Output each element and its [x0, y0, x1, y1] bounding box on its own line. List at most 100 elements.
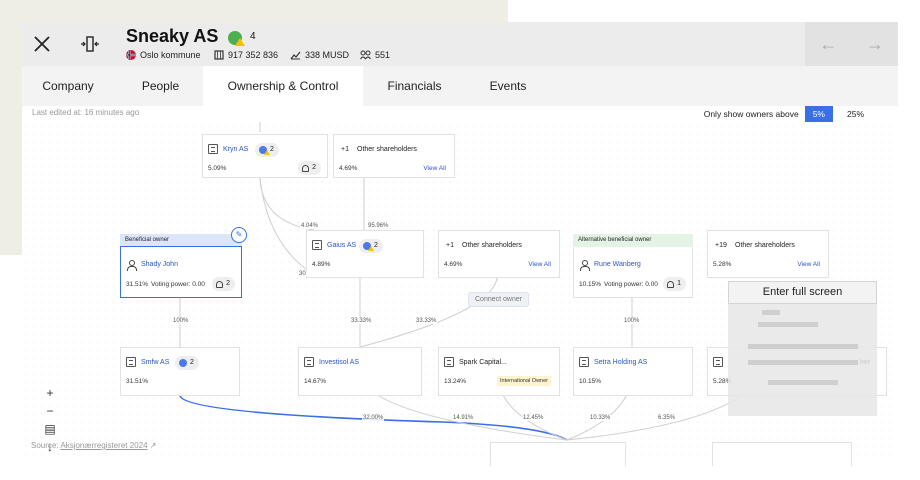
node-target-company[interactable]: [490, 442, 626, 466]
close-icon[interactable]: [32, 34, 52, 54]
header-bar: Sneaky AS 4 Oslo kommune 917 352 836 338…: [22, 22, 898, 66]
company-icon: [579, 357, 589, 367]
threshold-25-option[interactable]: 25%: [839, 106, 872, 122]
risk-flag-icon: [363, 242, 374, 251]
tab-events[interactable]: Events: [466, 66, 550, 106]
people-icon: [360, 50, 371, 60]
node-setra-holding[interactable]: Setra Holding AS 10.15%: [573, 347, 693, 396]
risk-badge: 2: [175, 356, 199, 370]
filter-label: Only show owners above: [703, 109, 799, 119]
person-icon: [126, 260, 137, 271]
forward-arrow-icon[interactable]: →: [866, 34, 884, 55]
full-screen-preview: [728, 304, 877, 416]
tab-bar: Company People Ownership & Control Finan…: [22, 66, 898, 106]
collapse-panel-icon[interactable]: [80, 34, 100, 54]
risk-badge-count: 2: [190, 359, 194, 366]
view-all-link[interactable]: View All: [423, 165, 446, 172]
risk-flag-icon: [259, 146, 270, 155]
external-link-icon[interactable]: ↗: [150, 441, 157, 450]
source-prefix: Source:: [31, 441, 59, 450]
edge-label: 10.33%: [589, 415, 612, 421]
employees: 551: [360, 50, 390, 60]
other-count: +1: [341, 146, 349, 153]
municipality-text: Oslo kommune: [140, 50, 201, 60]
risk-badge: 2: [359, 239, 383, 253]
edge-label: 32.00%: [362, 415, 385, 421]
node-investisol[interactable]: Investisol AS 14.67%: [298, 347, 422, 396]
edge-label: 14.91%: [452, 415, 475, 421]
pin-icon[interactable]: ✎: [231, 227, 247, 243]
back-arrow-icon[interactable]: ←: [819, 34, 837, 55]
edge-label: 100%: [172, 318, 190, 324]
node-gaius[interactable]: Gaius AS 2 4.89%: [306, 230, 424, 278]
data-source: Source: Aksjonærregisteret 2024 ↗: [31, 441, 156, 450]
alternative-owner-tag: Alternative beneficial owner: [573, 234, 693, 247]
preview-line: [748, 360, 858, 365]
risk-flag-icon[interactable]: [228, 31, 245, 46]
node-name[interactable]: Rune Wanberg: [594, 261, 641, 268]
tab-company[interactable]: Company: [22, 66, 114, 106]
edge-label: 6.35%: [657, 415, 677, 421]
edge-label: 95.96%: [367, 223, 390, 229]
enter-full-screen-button[interactable]: Enter full screen: [728, 281, 877, 304]
company-view: Sneaky AS 4 Oslo kommune 917 352 836 338…: [22, 22, 898, 466]
node-rune-wanberg[interactable]: Alternative beneficial owner Rune Wanber…: [573, 234, 693, 298]
norway-flag-icon: [126, 50, 136, 60]
preview-line: [768, 380, 838, 385]
voting-power: Voting power: 0.00: [151, 281, 205, 288]
node-spark-capital[interactable]: Spark Capital... 13.24% International Ow…: [438, 347, 560, 396]
company-icon: [304, 357, 314, 367]
ownership-pct: 10.15%: [579, 281, 602, 288]
node-shady-john[interactable]: Beneficial owner ✎ Shady John 31.51% Vot…: [120, 227, 247, 298]
owner-threshold-filter: Only show owners above 5% 25%: [704, 106, 872, 122]
edge-label: 33.33%: [350, 318, 373, 324]
people-count-badge: 2: [298, 161, 321, 175]
node-other-shareholders-1[interactable]: +1 Other shareholders 4.69% View All: [333, 134, 455, 178]
people-icon: [667, 280, 675, 288]
beneficial-owner-tag: Beneficial owner: [120, 234, 242, 247]
edge-label: 4.04%: [300, 223, 320, 229]
ownership-pct: 5.28%: [713, 261, 732, 268]
node-other-shareholders-3[interactable]: +19 Other shareholders 5.28% View All: [707, 230, 829, 278]
revenue: 338 MUSD: [290, 50, 349, 60]
connect-owner-button[interactable]: Connect owner: [468, 292, 530, 307]
org-number: 917 352 836: [214, 50, 278, 60]
zoom-out-button[interactable]: −: [46, 403, 53, 419]
source-link[interactable]: Aksjonærregisteret 2024: [60, 441, 147, 450]
node-name[interactable]: Smfw AS: [141, 359, 169, 366]
node-name[interactable]: Gaius AS: [327, 242, 356, 249]
edge-label: 100%: [623, 318, 641, 324]
risk-badge: 2: [255, 143, 279, 157]
node-label: Other shareholders: [462, 242, 522, 249]
person-icon: [579, 260, 590, 271]
edge-label: 12.45%: [522, 415, 545, 421]
node-name[interactable]: Spark Capital...: [459, 359, 507, 366]
node-name[interactable]: Investisol AS: [319, 359, 359, 366]
chart-icon: [290, 51, 301, 60]
history-nav: ← →: [805, 22, 898, 66]
zoom-in-button[interactable]: +: [46, 385, 53, 401]
ownership-pct: 31.51%: [126, 281, 149, 288]
tab-ownership-control[interactable]: Ownership & Control: [203, 66, 363, 106]
view-all-link[interactable]: View All: [528, 261, 551, 268]
node-kryn[interactable]: Kryn AS 2 5.09% 2: [202, 134, 328, 178]
node-other-shareholders-2[interactable]: +1 Other shareholders 4.69% View All: [438, 230, 560, 278]
preview-line: [758, 322, 818, 327]
node-name[interactable]: Setra Holding AS: [594, 359, 647, 366]
people-icon: [216, 280, 224, 288]
tab-people[interactable]: People: [114, 66, 207, 106]
node-smfw[interactable]: Smfw AS 2 31.51%: [120, 347, 240, 396]
revenue-text: 338 MUSD: [305, 50, 350, 60]
view-all-link[interactable]: View All: [797, 261, 820, 268]
threshold-5-option[interactable]: 5%: [804, 106, 833, 122]
foreign-company-icon: [444, 357, 454, 367]
node-target-partial[interactable]: [712, 442, 852, 466]
edge-label: 30: [298, 271, 307, 277]
tab-financials[interactable]: Financials: [363, 66, 466, 106]
node-name[interactable]: Shady John: [141, 261, 178, 268]
people-count: 1: [677, 280, 681, 287]
fit-view-button[interactable]: ▤: [44, 421, 55, 437]
node-name[interactable]: Kryn AS: [223, 146, 248, 153]
people-icon: [302, 164, 310, 172]
company-icon: [713, 357, 723, 367]
